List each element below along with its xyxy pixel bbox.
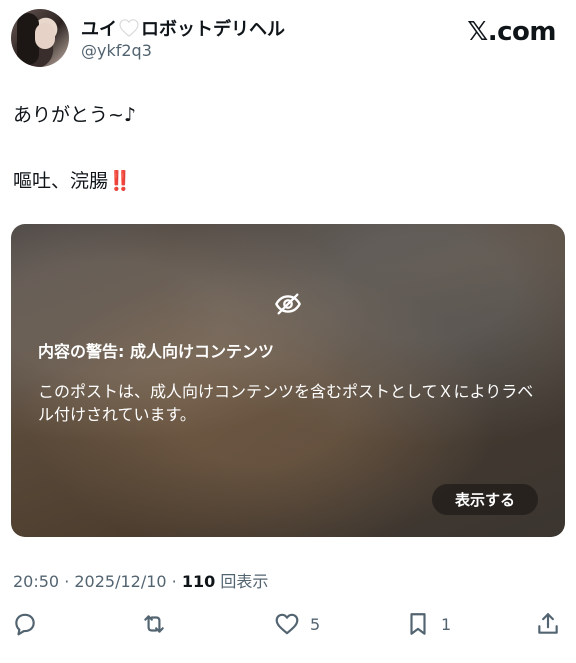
reply-icon: [15, 613, 35, 636]
eye-off-icon: [275, 293, 301, 315]
author-handle[interactable]: @ykf2q3: [81, 41, 152, 60]
tweet-line-2-text: 嘔吐、浣腸: [13, 170, 109, 192]
avatar-face: [35, 23, 55, 49]
tweet-time[interactable]: 20:50: [13, 572, 59, 591]
x-logo-mark: 𝕏: [467, 17, 488, 47]
tweet-line-1: ありがとう~♪: [13, 104, 137, 126]
repost-icon: [144, 615, 164, 633]
sensitive-media-card[interactable]: 内容の警告: 成人向けコンテンツ このポストは、成人向けコンテンツを含むポストと…: [11, 224, 565, 537]
display-name-part2[interactable]: ロボットデリヘル: [141, 15, 285, 41]
display-name-row[interactable]: ユイ ロボットデリヘル: [81, 15, 285, 41]
show-content-button[interactable]: 表示する: [432, 484, 538, 515]
like-count: 5: [310, 614, 321, 634]
bookmark-icon: [410, 613, 426, 635]
heart-icon: [275, 613, 299, 635]
share-icon: [538, 613, 558, 634]
tweet-line-2: 嘔吐、浣腸‼️: [13, 169, 132, 193]
tweet-text: ありがとう~♪ 嘔吐、浣腸‼️: [13, 103, 137, 192]
x-logo-text: .com: [487, 17, 557, 47]
views-count: 110: [181, 572, 216, 591]
tweet-header: ユイ ロボットデリヘル @ykf2q3 𝕏.com: [11, 9, 557, 69]
x-logo[interactable]: 𝕏.com: [467, 17, 556, 47]
meta-separator: ·: [59, 572, 75, 591]
tweet-meta: 20:50 · 2025/12/10 · 110 回表示: [13, 568, 268, 592]
bookmark-button[interactable]: 1: [405, 606, 451, 642]
repost-button[interactable]: [141, 606, 177, 642]
like-button[interactable]: 5: [274, 606, 320, 642]
white-heart-icon: [119, 19, 139, 37]
views-label: 回表示: [215, 572, 269, 591]
action-bar: 5 1: [0, 606, 576, 642]
double-exclamation-icon: ‼️: [108, 170, 132, 192]
share-button[interactable]: [535, 606, 561, 642]
avatar[interactable]: [11, 9, 69, 67]
meta-separator: ·: [166, 572, 182, 591]
content-warning-body: このポストは、成人向けコンテンツを含むポストとしてＸによりラベル付けされています…: [38, 382, 534, 424]
bookmark-count: 1: [441, 614, 452, 634]
reply-button[interactable]: [12, 606, 48, 642]
content-warning-title: 内容の警告: 成人向けコンテンツ: [38, 342, 274, 361]
tweet-date[interactable]: 2025/12/10: [74, 572, 166, 591]
display-name-part1[interactable]: ユイ: [81, 15, 117, 41]
